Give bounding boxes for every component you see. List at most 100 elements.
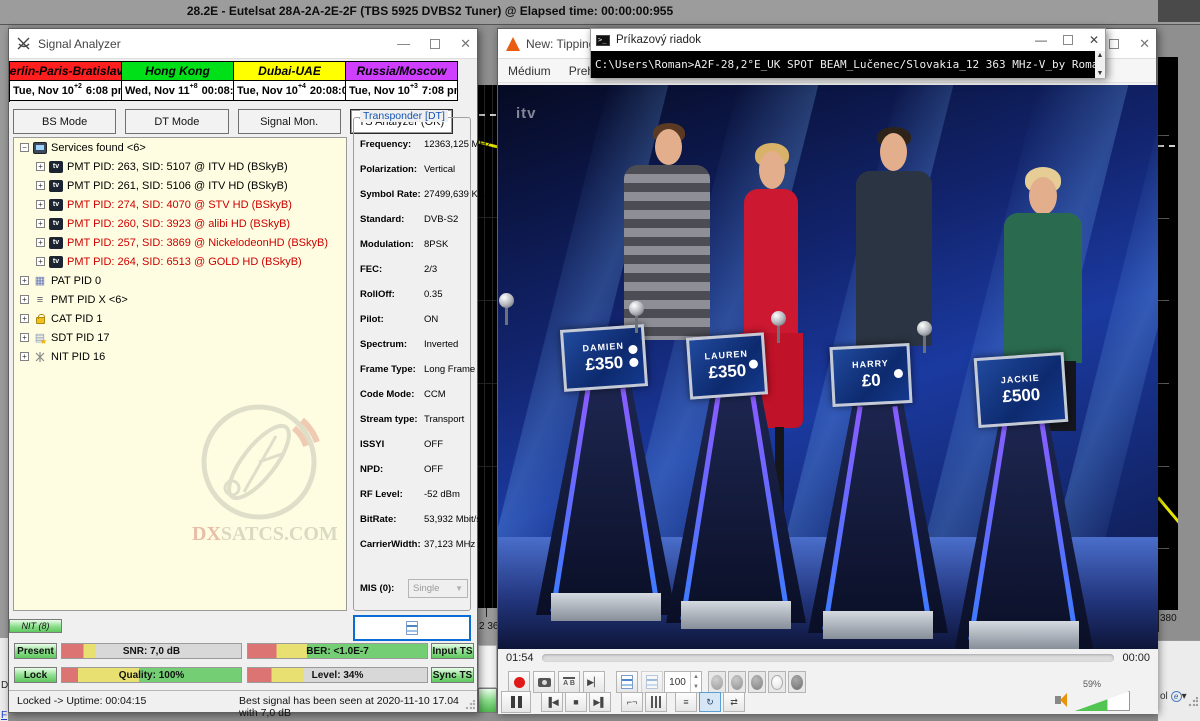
- ab-loop-button[interactable]: A B: [558, 671, 580, 693]
- node-icon: ▦: [33, 274, 47, 287]
- close-icon[interactable]: ✕: [460, 37, 471, 50]
- tree-node-row[interactable]: + ≡ PMT PID X <6>: [20, 290, 346, 309]
- close-icon[interactable]: ✕: [1089, 34, 1099, 46]
- tree-node-row[interactable]: + ▦ PAT PID 0: [20, 271, 346, 290]
- shuffle-button[interactable]: ⇄: [723, 692, 745, 712]
- expand-icon[interactable]: +: [36, 200, 45, 209]
- expand-icon[interactable]: +: [36, 238, 45, 247]
- mode-tab[interactable]: DT Mode: [125, 109, 228, 134]
- background-link-fragment-f[interactable]: F: [1, 710, 7, 721]
- window-title: Signal Analyzer: [38, 37, 121, 51]
- playlist-button[interactable]: ≡: [675, 692, 697, 712]
- clock-time: 00:08:07: [202, 85, 234, 97]
- pid-button[interactable]: NIT (8): [9, 619, 62, 633]
- tree-node-row[interactable]: + NIT PID 16: [20, 347, 346, 366]
- service-label: PMT PID: 257, SID: 3869 @ NickelodeonHD …: [67, 237, 328, 249]
- record-button[interactable]: [508, 671, 530, 693]
- lock-indicator[interactable]: Lock: [14, 667, 57, 683]
- minimize-icon[interactable]: —: [397, 37, 410, 50]
- expand-icon[interactable]: +: [36, 219, 45, 228]
- spin-up-icon[interactable]: ▲: [691, 672, 701, 682]
- resize-grip[interactable]: [1188, 697, 1198, 707]
- seek-bar[interactable]: [542, 654, 1115, 662]
- maximize-icon[interactable]: [430, 39, 440, 49]
- oval-button-4[interactable]: [768, 671, 786, 693]
- expand-icon[interactable]: +: [36, 257, 45, 266]
- expand-icon[interactable]: +: [20, 352, 29, 361]
- mode-tab[interactable]: BS Mode: [13, 109, 116, 134]
- tree-node-row[interactable]: + CAT PID 1: [20, 309, 346, 328]
- corner-text-fragment: ol: [1160, 691, 1168, 702]
- background-signal-bar-fragment: [478, 688, 497, 713]
- expand-icon[interactable]: +: [20, 333, 29, 342]
- node-label: SDT PID 17: [51, 332, 110, 344]
- field-value: Transport: [424, 414, 464, 425]
- loop-button[interactable]: ↻: [699, 692, 721, 712]
- scroll-down-icon[interactable]: ▼: [1097, 69, 1104, 78]
- previous-button[interactable]: ▐◀: [541, 692, 563, 712]
- mode-tab[interactable]: Signal Mon.: [238, 109, 341, 134]
- service-label: PMT PID: 260, SID: 3923 @ alibi HD (BSky…: [67, 218, 290, 230]
- cmd-scrollbar[interactable]: ▲ ▼: [1095, 51, 1105, 78]
- node-label: PMT PID X <6>: [51, 294, 128, 306]
- signal-analyzer-titlebar[interactable]: Signal Analyzer — ✕: [9, 29, 477, 59]
- tree-service-row[interactable]: + tv PMT PID: 261, SID: 5106 @ ITV HD (B…: [36, 176, 346, 195]
- menu-media[interactable]: Médium: [508, 64, 551, 78]
- frame-by-frame-button[interactable]: ▶▏: [583, 671, 605, 693]
- fullscreen-button[interactable]: ⌐¬: [621, 692, 643, 712]
- tuner-app-titlebar[interactable]: 28.2E - Eutelsat 28A-2A-2E-2F (TBS 5925 …: [0, 0, 1200, 25]
- expand-icon[interactable]: +: [20, 314, 29, 323]
- stop-button[interactable]: ■: [565, 692, 587, 712]
- scroll-up-icon[interactable]: ▲: [1097, 51, 1104, 60]
- oval-button-3[interactable]: [748, 671, 766, 693]
- docked-playlist-button-2[interactable]: [641, 671, 663, 693]
- field-value: Long Frame: [424, 364, 475, 375]
- tree-service-row[interactable]: + tv PMT PID: 264, SID: 6513 @ GOLD HD (…: [36, 252, 346, 271]
- video-surface[interactable]: DAMIEN £350 LAUREN: [498, 85, 1158, 649]
- expand-icon[interactable]: +: [20, 295, 29, 304]
- minimize-icon[interactable]: —: [1035, 34, 1047, 46]
- field-label: FEC:: [360, 264, 424, 275]
- pause-button[interactable]: [501, 691, 531, 713]
- tree-service-row[interactable]: + tv PMT PID: 257, SID: 3869 @ Nickelode…: [36, 233, 346, 252]
- cmd-console[interactable]: C:\Users\Roman>A2F-28,2°E_UK SPOT BEAM_L…: [591, 51, 1096, 78]
- snr-bar: SNR: 7,0 dB: [61, 643, 242, 659]
- snapshot-button[interactable]: [533, 671, 555, 693]
- extended-settings-button[interactable]: [645, 692, 667, 712]
- cmd-titlebar[interactable]: >_ Príkazový riadok — ✕: [591, 29, 1105, 51]
- tree-service-row[interactable]: + tv PMT PID: 274, SID: 4070 @ STV HD (B…: [36, 195, 346, 214]
- tree-service-row[interactable]: + tv PMT PID: 260, SID: 3923 @ alibi HD …: [36, 214, 346, 233]
- expand-icon[interactable]: +: [36, 162, 45, 171]
- field-label: Modulation:: [360, 239, 424, 250]
- tree-node-row[interactable]: + ▤★ SDT PID 17: [20, 328, 346, 347]
- podium-base: [551, 593, 661, 621]
- resize-grip[interactable]: [465, 700, 475, 710]
- maximize-icon[interactable]: [1109, 39, 1119, 49]
- close-icon[interactable]: ✕: [1139, 37, 1150, 50]
- field-value: OFF: [424, 464, 443, 475]
- mis-select[interactable]: Single ▼: [408, 579, 468, 598]
- oval-button-5[interactable]: [788, 671, 806, 693]
- input-ts-button[interactable]: Input TS: [431, 643, 474, 659]
- expand-icon[interactable]: +: [36, 181, 45, 190]
- field-label: Symbol Rate:: [360, 189, 424, 200]
- expand-icon[interactable]: +: [20, 276, 29, 285]
- clock-time: 20:08:07: [310, 85, 346, 97]
- docked-playlist-button[interactable]: [616, 671, 638, 693]
- transponder-field: Frequency: 12363,125 MHz: [360, 132, 468, 157]
- volume-control[interactable]: 59%: [1055, 691, 1150, 713]
- tv-icon: tv: [49, 161, 63, 173]
- tree-root-services[interactable]: − Services found <6>: [20, 138, 346, 157]
- oval-button-1[interactable]: [708, 671, 726, 693]
- speed-spinner[interactable]: 100 ▲▼: [664, 671, 702, 693]
- vlc-cone-icon: [506, 37, 520, 51]
- tree-service-row[interactable]: + tv PMT PID: 263, SID: 5107 @ ITV HD (B…: [36, 157, 346, 176]
- oval-button-2[interactable]: [728, 671, 746, 693]
- tv-icon: tv: [49, 237, 63, 249]
- present-indicator[interactable]: Present: [14, 643, 57, 659]
- next-button[interactable]: ▶▌: [589, 692, 611, 712]
- maximize-icon[interactable]: [1063, 35, 1073, 45]
- sync-ts-button[interactable]: Sync TS: [431, 667, 474, 683]
- collapse-icon[interactable]: −: [20, 143, 29, 152]
- node-icon: [33, 350, 47, 363]
